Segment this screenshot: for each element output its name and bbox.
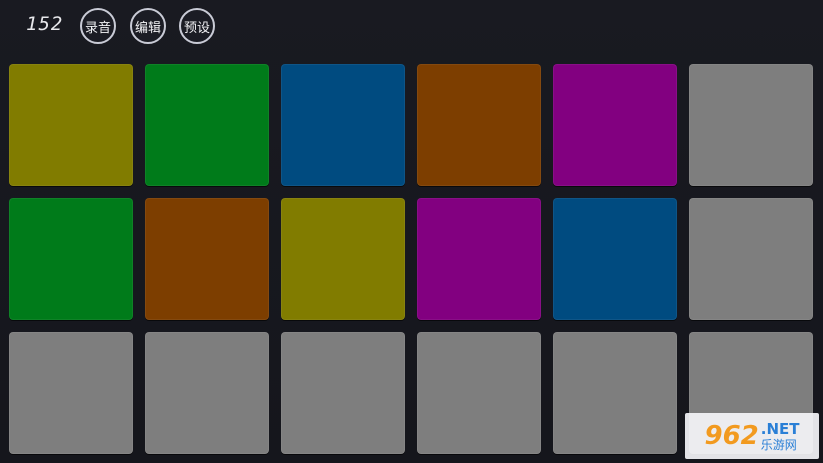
pad-r1-c1[interactable]: [9, 64, 133, 186]
drum-pad-app: 152 录音 编辑 预设 962 .NET 乐游网: [0, 0, 823, 463]
pad-r2-c5[interactable]: [553, 198, 677, 320]
preset-button[interactable]: 预设: [179, 8, 215, 44]
pad-r1-c5[interactable]: [553, 64, 677, 186]
pad-r1-c4[interactable]: [417, 64, 541, 186]
watermark-logo: 962: [704, 421, 759, 451]
edit-button[interactable]: 编辑: [130, 8, 166, 44]
watermark-text: .NET 乐游网: [760, 419, 800, 452]
pad-r2-c1[interactable]: [9, 198, 133, 320]
bpm-display: 152: [26, 13, 64, 35]
pad-r1-c6[interactable]: [689, 64, 813, 186]
pad-r3-c4[interactable]: [417, 332, 541, 454]
site-watermark: 962 .NET 乐游网: [685, 413, 819, 459]
pad-r2-c4[interactable]: [417, 198, 541, 320]
pad-r2-c2[interactable]: [145, 198, 269, 320]
pad-r1-c2[interactable]: [145, 64, 269, 186]
pad-r3-c2[interactable]: [145, 332, 269, 454]
pad-r3-c3[interactable]: [281, 332, 405, 454]
pad-r2-c6[interactable]: [689, 198, 813, 320]
watermark-cn: 乐游网: [760, 437, 797, 452]
record-button[interactable]: 录音: [80, 8, 116, 44]
top-toolbar: 152 录音 编辑 预设: [0, 0, 823, 56]
watermark-net: .NET: [760, 419, 800, 438]
pad-r1-c3[interactable]: [281, 64, 405, 186]
pad-grid: [9, 64, 813, 454]
pad-r3-c5[interactable]: [553, 332, 677, 454]
pad-r2-c3[interactable]: [281, 198, 405, 320]
pad-r3-c1[interactable]: [9, 332, 133, 454]
